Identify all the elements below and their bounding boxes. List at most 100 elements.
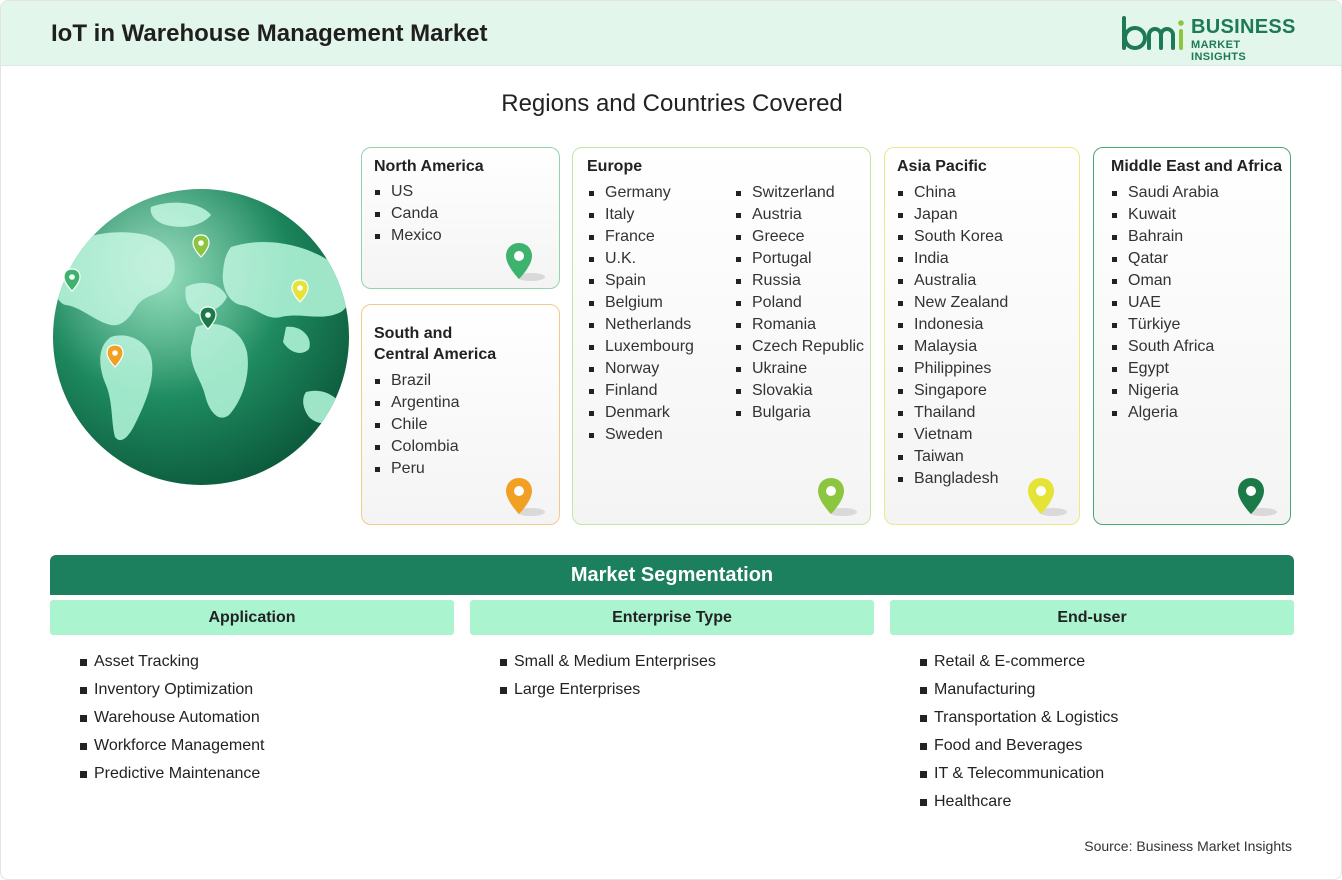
segmentation-title: Market Segmentation bbox=[50, 555, 1294, 595]
list-item: Switzerland bbox=[735, 182, 864, 204]
list-item: Luxembourg bbox=[588, 336, 694, 358]
list-item: China bbox=[897, 182, 1008, 204]
region-name-line1: South and bbox=[374, 325, 453, 342]
list-item: Brazil bbox=[374, 370, 460, 392]
bmi-logo-icon bbox=[1122, 16, 1184, 50]
segment-header-enterprise-type: Enterprise Type bbox=[470, 600, 874, 635]
list-item: Japan bbox=[897, 204, 1008, 226]
segment-header-end-user: End-user bbox=[890, 600, 1294, 635]
infographic-frame: IoT in Warehouse Management Market BUSIN… bbox=[0, 0, 1342, 880]
region-card-north-america: North America US Canda Mexico bbox=[361, 147, 560, 289]
country-list: China Japan South Korea India Australia … bbox=[897, 182, 1008, 490]
list-item: Denmark bbox=[588, 402, 694, 424]
list-item: Spain bbox=[588, 270, 694, 292]
region-card-asia-pacific: Asia Pacific China Japan South Korea Ind… bbox=[884, 147, 1080, 525]
list-item: Slovakia bbox=[735, 380, 864, 402]
list-item: Czech Republic bbox=[735, 336, 864, 358]
list-item: South Korea bbox=[897, 226, 1008, 248]
list-item: Singapore bbox=[897, 380, 1008, 402]
location-pin-icon bbox=[1238, 478, 1277, 516]
regions-title: Regions and Countries Covered bbox=[501, 90, 843, 117]
list-item: U.K. bbox=[588, 248, 694, 270]
list-item: Belgium bbox=[588, 292, 694, 314]
list-item: Food and Beverages bbox=[920, 732, 1118, 760]
list-item: Greece bbox=[735, 226, 864, 248]
globe-illustration bbox=[53, 189, 349, 485]
list-item: Asset Tracking bbox=[80, 648, 264, 676]
list-item: Romania bbox=[735, 314, 864, 336]
list-item: France bbox=[588, 226, 694, 248]
logo-text-market-insights: MARKET INSIGHTS bbox=[1191, 39, 1247, 63]
list-item: Transportation & Logistics bbox=[920, 704, 1118, 732]
page-title: IoT in Warehouse Management Market bbox=[51, 20, 488, 47]
list-item: India bbox=[897, 248, 1008, 270]
region-name: North America bbox=[374, 158, 484, 175]
country-list-col2: Switzerland Austria Greece Portugal Russ… bbox=[735, 182, 864, 424]
list-item: Manufacturing bbox=[920, 676, 1118, 704]
location-pin-icon bbox=[506, 478, 545, 516]
list-item: Large Enterprises bbox=[500, 676, 716, 704]
list-item: Bulgaria bbox=[735, 402, 864, 424]
list-item: Algeria bbox=[1111, 402, 1219, 424]
list-item: Finland bbox=[588, 380, 694, 402]
list-item: Egypt bbox=[1111, 358, 1219, 380]
list-item: Taiwan bbox=[897, 446, 1008, 468]
list-item: New Zealand bbox=[897, 292, 1008, 314]
region-card-south-central-america: South and Central America Brazil Argenti… bbox=[361, 304, 560, 525]
list-item: Predictive Maintenance bbox=[80, 760, 264, 788]
country-list: Saudi Arabia Kuwait Bahrain Qatar Oman U… bbox=[1111, 182, 1219, 424]
country-list: US Canda Mexico bbox=[374, 181, 442, 247]
list-item: Indonesia bbox=[897, 314, 1008, 336]
logo-text-business: BUSINESS bbox=[1191, 16, 1296, 38]
list-item: Colombia bbox=[374, 436, 460, 458]
location-pin-icon bbox=[1028, 478, 1067, 516]
list-item: IT & Telecommunication bbox=[920, 760, 1118, 788]
list-item: Thailand bbox=[897, 402, 1008, 424]
list-item: Portugal bbox=[735, 248, 864, 270]
list-item: Australia bbox=[897, 270, 1008, 292]
list-item: South Africa bbox=[1111, 336, 1219, 358]
list-item: Philippines bbox=[897, 358, 1008, 380]
list-item: UAE bbox=[1111, 292, 1219, 314]
list-item: Kuwait bbox=[1111, 204, 1219, 226]
country-list: Brazil Argentina Chile Colombia Peru bbox=[374, 370, 460, 480]
list-item: Retail & E-commerce bbox=[920, 648, 1118, 676]
list-item: Norway bbox=[588, 358, 694, 380]
list-item: Mexico bbox=[374, 225, 442, 247]
list-item: Inventory Optimization bbox=[80, 676, 264, 704]
source-note: Source: Business Market Insights bbox=[1084, 838, 1292, 854]
list-item: Ukraine bbox=[735, 358, 864, 380]
list-item: Malaysia bbox=[897, 336, 1008, 358]
list-item: Nigeria bbox=[1111, 380, 1219, 402]
list-item: Russia bbox=[735, 270, 864, 292]
list-item: Bangladesh bbox=[897, 468, 1008, 490]
region-name: Europe bbox=[587, 158, 643, 175]
list-item: Germany bbox=[588, 182, 694, 204]
region-name: Middle East and Africa bbox=[1111, 158, 1282, 175]
list-item: Italy bbox=[588, 204, 694, 226]
segment-list-end-user: Retail & E-commerce Manufacturing Transp… bbox=[920, 648, 1118, 816]
list-item: Argentina bbox=[374, 392, 460, 414]
segment-list-enterprise-type: Small & Medium Enterprises Large Enterpr… bbox=[500, 648, 716, 704]
location-pin-icon bbox=[818, 478, 857, 516]
list-item: Netherlands bbox=[588, 314, 694, 336]
region-card-europe: Europe Germany Italy France U.K. Spain B… bbox=[572, 147, 871, 525]
list-item: Vietnam bbox=[897, 424, 1008, 446]
list-item: Austria bbox=[735, 204, 864, 226]
location-pin-icon bbox=[506, 243, 545, 281]
region-card-middle-east-africa: Middle East and Africa Saudi Arabia Kuwa… bbox=[1093, 147, 1291, 525]
list-item: Bahrain bbox=[1111, 226, 1219, 248]
region-name: Asia Pacific bbox=[897, 158, 987, 175]
list-item: Healthcare bbox=[920, 788, 1118, 816]
list-item: Oman bbox=[1111, 270, 1219, 292]
list-item: Saudi Arabia bbox=[1111, 182, 1219, 204]
list-item: Canda bbox=[374, 203, 442, 225]
header: IoT in Warehouse Management Market BUSIN… bbox=[1, 1, 1341, 66]
region-name: South and Central America bbox=[374, 323, 496, 365]
brand-logo: BUSINESS MARKET INSIGHTS bbox=[1119, 15, 1299, 63]
list-item: Poland bbox=[735, 292, 864, 314]
list-item: Chile bbox=[374, 414, 460, 436]
segment-header-application: Application bbox=[50, 600, 454, 635]
list-item: Peru bbox=[374, 458, 460, 480]
segment-list-application: Asset Tracking Inventory Optimization Wa… bbox=[80, 648, 264, 788]
